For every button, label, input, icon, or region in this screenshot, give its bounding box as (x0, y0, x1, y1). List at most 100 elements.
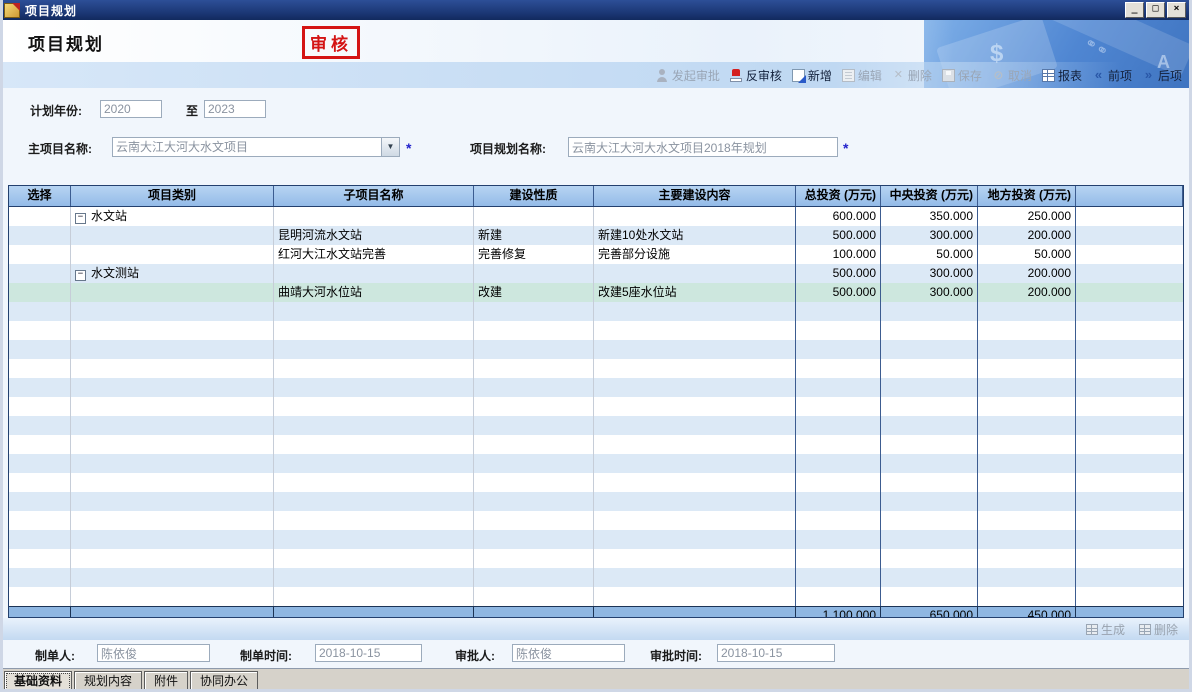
table-cell (71, 587, 274, 606)
table-empty-row (9, 549, 1183, 568)
toolbar: 发起审批反审核新增 编辑 ✕删除保存 ⊘取消报表 «前项 »后项 (0, 62, 1192, 88)
approval-person-icon (656, 69, 669, 82)
toolbar-button-delete-row: 删除 (1139, 621, 1178, 638)
toolbar-button-report[interactable]: 报表 (1042, 67, 1082, 84)
table-row[interactable]: −水文站600.000350.000250.000 (9, 207, 1183, 226)
tab-附件[interactable]: 附件 (144, 671, 188, 692)
column-header: 子项目名称 (274, 186, 474, 206)
table-cell (71, 511, 274, 530)
toolbar-button-label: 编辑 (858, 67, 882, 84)
maximize-button[interactable]: □ (1146, 2, 1165, 18)
toolbar-button-label: 生成 (1101, 621, 1125, 638)
table-cell (474, 378, 594, 397)
main-project-combobox[interactable]: 云南大江大河大水文项目 ▼ (112, 137, 400, 157)
table-cell (274, 511, 474, 530)
table-cell: 完善修复 (474, 245, 594, 264)
page-title: 项目规划 (28, 30, 104, 55)
table-cell (274, 321, 474, 340)
table-cell (978, 511, 1076, 530)
prev-item-icon: « (1092, 69, 1105, 82)
table-row[interactable]: 曲靖大河水位站改建改建5座水位站500.000300.000200.000 (9, 283, 1183, 302)
table-cell: 曲靖大河水位站 (274, 283, 474, 302)
toolbar-button-next-item[interactable]: »后项 (1142, 67, 1182, 84)
close-button[interactable]: × (1167, 2, 1186, 18)
toolbar-button-prev-item[interactable]: «前项 (1092, 67, 1132, 84)
table-cell (9, 359, 71, 378)
toolbar-button-cancel: ⊘取消 (992, 67, 1032, 84)
table-cell (978, 397, 1076, 416)
table-row[interactable]: 昆明河流水文站新建新建10处水文站500.000300.000200.000 (9, 226, 1183, 245)
table-cell (796, 454, 881, 473)
collapse-expander-icon[interactable]: − (75, 213, 86, 224)
delete-grid-icon (1139, 624, 1151, 635)
table-cell: 200.000 (978, 283, 1076, 302)
toolbar-button-delete: ✕删除 (892, 67, 932, 84)
table-cell (796, 530, 881, 549)
chevron-down-icon[interactable]: ▼ (381, 138, 399, 156)
table-cell (474, 340, 594, 359)
table-cell (274, 492, 474, 511)
plan-name-input[interactable] (568, 137, 838, 157)
table-empty-row (9, 454, 1183, 473)
table-cell: 50.000 (978, 245, 1076, 264)
table-cell (9, 435, 71, 454)
table-cell (978, 587, 1076, 606)
plan-year-from-input[interactable] (100, 100, 162, 118)
toolbar-button-add-new[interactable]: 新增 (792, 67, 832, 84)
table-cell (881, 492, 978, 511)
table-row[interactable]: 红河大江水文站完善完善修复完善部分设施100.00050.00050.000 (9, 245, 1183, 264)
table-cell (71, 607, 274, 618)
creator-input[interactable] (97, 644, 210, 662)
table-cell: 红河大江水文站完善 (274, 245, 474, 264)
table-cell (71, 473, 274, 492)
table-cell (1076, 416, 1183, 435)
table-cell: 450.000 (978, 607, 1076, 618)
table-cell (594, 321, 796, 340)
table-cell (594, 397, 796, 416)
creator-label: 制单人: (35, 647, 75, 664)
minimize-button[interactable]: _ (1125, 2, 1144, 18)
collapse-expander-icon[interactable]: − (75, 270, 86, 281)
approver-input[interactable] (512, 644, 625, 662)
table-cell (881, 530, 978, 549)
tab-协同办公[interactable]: 协同办公 (190, 671, 258, 692)
table-cell: 250.000 (978, 207, 1076, 226)
toolbar-button-save: 保存 (942, 67, 982, 84)
tab-规划内容[interactable]: 规划内容 (74, 671, 142, 692)
table-cell (71, 549, 274, 568)
table-cell: 300.000 (881, 226, 978, 245)
table-empty-row (9, 511, 1183, 530)
table-cell (881, 416, 978, 435)
table-cell (796, 473, 881, 492)
table-cell (594, 416, 796, 435)
table-cell (9, 283, 71, 302)
plan-year-to-input[interactable] (204, 100, 266, 118)
table-cell (594, 454, 796, 473)
table-cell: 昆明河流水文站 (274, 226, 474, 245)
report-icon (1042, 69, 1055, 82)
table-cell (1076, 530, 1183, 549)
table-cell (1076, 511, 1183, 530)
table-cell (796, 359, 881, 378)
next-item-icon: » (1142, 69, 1155, 82)
table-cell (71, 321, 274, 340)
approve-time-input[interactable] (717, 644, 835, 662)
table-cell (1076, 359, 1183, 378)
toolbar-button-anti-audit[interactable]: 反审核 (730, 67, 782, 84)
table-empty-row (9, 416, 1183, 435)
table-cell (1076, 321, 1183, 340)
table-cell (594, 587, 796, 606)
create-time-input[interactable] (315, 644, 422, 662)
table-row[interactable]: −水文测站500.000300.000200.000 (9, 264, 1183, 283)
toolbar-button-label: 发起审批 (672, 67, 720, 84)
table-cell (1076, 607, 1183, 618)
tab-基础资料[interactable]: 基础资料 (4, 671, 72, 692)
planning-table: 选择项目类别子项目名称建设性质主要建设内容总投资 (万元)中央投资 (万元)地方… (8, 185, 1184, 618)
table-cell: −水文站 (71, 207, 274, 226)
table-empty-row (9, 378, 1183, 397)
table-cell (9, 511, 71, 530)
table-cell (796, 568, 881, 587)
table-cell (71, 302, 274, 321)
bottom-tab-bar: 基础资料规划内容附件协同办公 (0, 668, 1192, 692)
table-cell (474, 302, 594, 321)
